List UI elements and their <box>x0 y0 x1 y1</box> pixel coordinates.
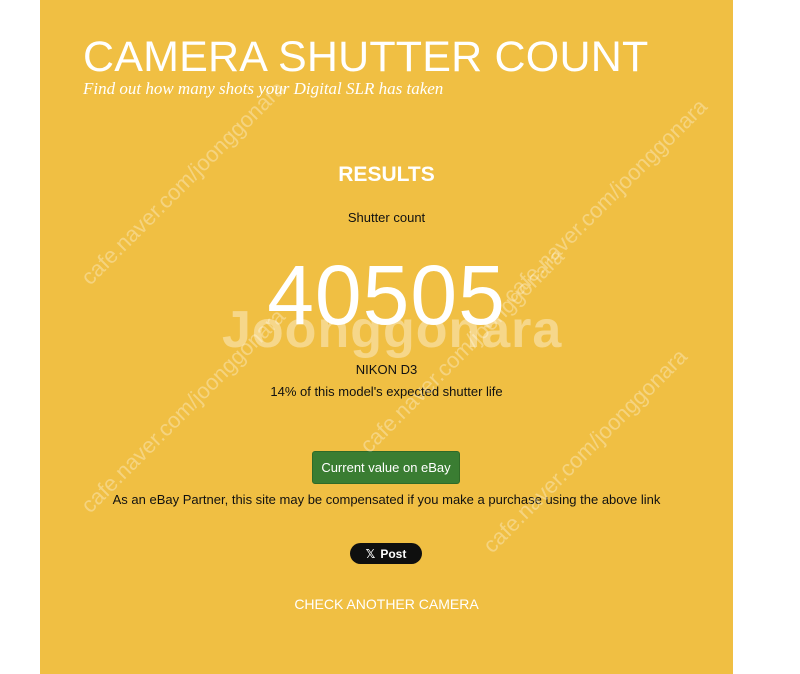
post-button-label: Post <box>380 546 407 561</box>
ebay-disclaimer: As an eBay Partner, this site may be com… <box>112 492 661 507</box>
check-another-camera-link-row: CHECK ANOTHER CAMERA <box>40 595 733 613</box>
check-another-camera-link[interactable]: CHECK ANOTHER CAMERA <box>294 596 478 612</box>
page-subtitle: Find out how many shots your Digital SLR… <box>83 79 444 98</box>
ebay-value-button[interactable]: Current value on eBay <box>312 451 460 484</box>
page-title: CAMERA SHUTTER COUNT <box>83 33 649 81</box>
camera-model: NIKON D3 <box>355 362 418 377</box>
results-heading: RESULTS <box>338 163 435 186</box>
ebay-button-label: Current value on eBay <box>321 460 451 475</box>
shutter-count-value: 40505 <box>267 248 506 342</box>
shutter-life-text: 14% of this model's expected shutter lif… <box>270 384 503 399</box>
shutter-count-label: Shutter count <box>347 210 426 225</box>
x-post-button[interactable]: 𝕏 Post <box>350 543 422 564</box>
x-logo-icon: 𝕏 <box>365 546 376 561</box>
main-panel: CAMERA SHUTTER COUNT Find out how many s… <box>40 0 733 674</box>
